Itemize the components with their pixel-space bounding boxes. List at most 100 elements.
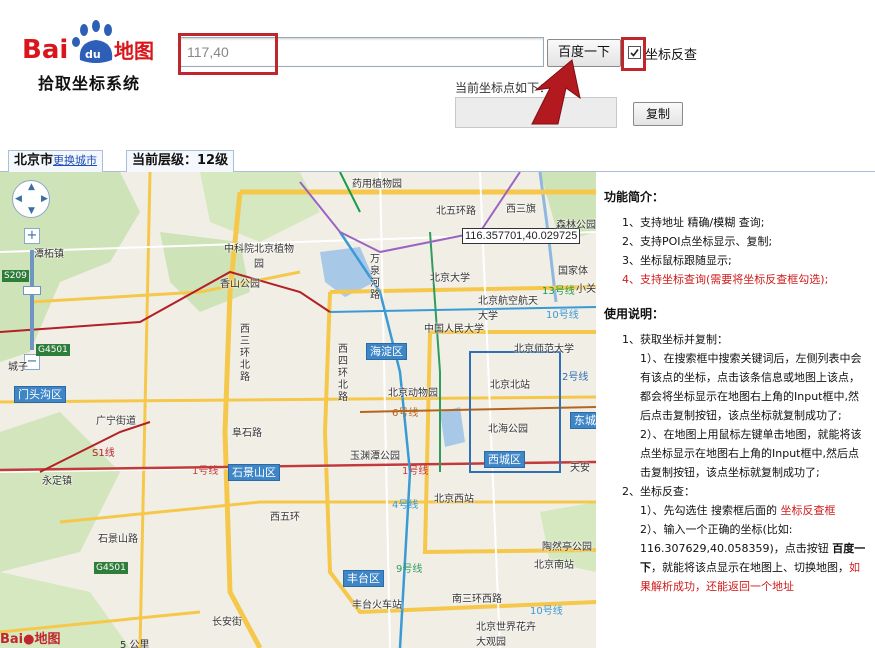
poi-label[interactable]: 北京北站 xyxy=(490,376,530,391)
poi-label[interactable]: 北京南站 xyxy=(534,556,574,571)
subway-line-label: S1线 xyxy=(92,448,115,459)
subway-line-label: 6号线 xyxy=(392,408,419,419)
baidu-map-logo[interactable]: Bai du 地图 拾取坐标系统 xyxy=(22,20,172,94)
subway-line-label: 2号线 xyxy=(562,372,589,383)
road-label: 南三环西路 xyxy=(452,594,502,605)
baidu-search-button[interactable]: 百度一下 xyxy=(547,39,621,67)
place-label: 广宁街道 xyxy=(96,416,136,427)
svg-text:du: du xyxy=(85,48,101,61)
poi-label[interactable]: 药用植物园 xyxy=(352,175,402,190)
search-input[interactable] xyxy=(179,38,543,66)
subway-line-label: 4号线 xyxy=(392,500,419,511)
map-pan-control[interactable]: ▲ ▼ ◀ ▶ xyxy=(12,180,50,218)
tab-zoom-level: 当前层级：12级 xyxy=(126,150,235,172)
road-badge: G4501 xyxy=(36,344,70,356)
pan-up-icon[interactable]: ▲ xyxy=(28,183,35,192)
intro-title: 功能简介： xyxy=(604,190,665,204)
tab-city[interactable]: 北京市更换城市 xyxy=(8,150,104,172)
intro-item: 4、支持坐标查询(需要将坐标反查框勾选); xyxy=(622,273,829,286)
svg-text:Bai: Bai xyxy=(22,35,68,65)
pan-right-icon[interactable]: ▶ xyxy=(41,195,48,204)
copy-button[interactable]: 复制 xyxy=(633,102,683,126)
map-scale: 5 公里 xyxy=(120,640,150,648)
district-label[interactable]: 西城区 xyxy=(484,451,525,468)
usage-text: 2）、输入一个正确的坐标(比如: 116.307629,40.058359)，点… xyxy=(640,523,833,555)
road-label: 西四环北路 xyxy=(338,344,348,403)
poi-label[interactable]: 丰台火车站 xyxy=(352,596,402,611)
logo-subtitle: 拾取坐标系统 xyxy=(38,74,141,93)
usage-substep: 1）、先勾选住 搜索框后面的 坐标反查框 xyxy=(640,501,875,520)
district-label[interactable]: 门头沟区 xyxy=(14,386,66,403)
road-label: 西三环北路 xyxy=(240,324,250,383)
road-label: 石景山路 xyxy=(98,534,138,545)
app-root: Bai du 地图 拾取坐标系统 百度一下 坐标反查 当前坐标点如下： 复制 北… xyxy=(0,0,875,648)
search-field[interactable] xyxy=(178,37,544,67)
usage-substep: 1）、在搜索框中搜索关键词后，左侧列表中会有该点的坐标，点击该条信息或地图上该点… xyxy=(640,352,862,422)
poi-label[interactable]: 陶然亭公园 xyxy=(542,538,592,553)
poi-label[interactable]: 中国人民大学 xyxy=(424,320,484,335)
district-label[interactable]: 石景山区 xyxy=(228,464,280,481)
usage-highlight: 坐标反查框 xyxy=(780,504,836,517)
zoom-slider-track[interactable] xyxy=(30,250,34,350)
place-label: 潭柘镇 xyxy=(34,249,64,260)
place-label: 城子 xyxy=(8,362,28,373)
poi-label[interactable]: 北京世界花卉大观园 xyxy=(476,618,538,648)
usage-title: 使用说明： xyxy=(604,307,665,321)
pan-down-icon[interactable]: ▼ xyxy=(28,207,35,216)
subway-line-label: 1号线 xyxy=(402,466,429,477)
poi-label[interactable]: 中科院北京植物园 xyxy=(224,240,294,270)
road-badge: G4501 xyxy=(94,562,128,574)
subway-line-label: 1号线 xyxy=(192,466,219,477)
poi-label[interactable]: 北京大学 xyxy=(430,269,470,284)
poi-label[interactable]: 香山公园 xyxy=(220,275,260,290)
usage-step: 1、获取坐标并复制： xyxy=(622,333,728,346)
poi-label[interactable]: 玉渊潭公园 xyxy=(350,447,400,462)
poi-label[interactable]: 北京动物园 xyxy=(388,384,438,399)
poi-label[interactable]: 北京航空航天大学 xyxy=(478,292,540,322)
poi-label[interactable]: 天安 xyxy=(570,459,590,474)
poi-label[interactable]: 北海公园 xyxy=(488,420,528,435)
subway-line-label: 10号线 xyxy=(530,606,563,617)
district-label[interactable]: 丰台区 xyxy=(343,570,384,587)
subway-line-label: 13号线 xyxy=(542,286,575,297)
reverse-lookup-label: 坐标反查 xyxy=(645,48,698,63)
place-label: 永定镇 xyxy=(42,476,72,487)
road-label: 长安街 xyxy=(212,617,242,628)
reverse-lookup-checkbox[interactable] xyxy=(628,46,641,59)
road-label: 阜石路 xyxy=(232,428,262,439)
zoom-slider-handle[interactable] xyxy=(23,286,41,295)
usage-text: 1）、先勾选住 搜索框后面的 xyxy=(640,504,781,517)
usage-text: ，就能将该点显示在地图上、切换地图， xyxy=(651,561,849,574)
intro-item: 2、支持POI点坐标显示、复制; xyxy=(622,235,773,248)
road-label: 北五环路 xyxy=(436,206,476,217)
district-label[interactable]: 海淀区 xyxy=(366,343,407,360)
usage-substep: 2）、在地图上用鼠标左键单击地图，就能将该点坐标显示在地图右上角的Input框中… xyxy=(640,428,862,479)
place-label: 小关 xyxy=(576,284,596,295)
zoom-in-button[interactable]: + xyxy=(24,228,40,244)
change-city-link[interactable]: 更换城市 xyxy=(53,154,97,167)
city-level-tabbar: 北京市更换城市 当前层级：12级 xyxy=(0,146,875,172)
subway-line-label: 10号线 xyxy=(546,310,579,321)
pan-left-icon[interactable]: ◀ xyxy=(15,195,22,204)
city-name: 北京市 xyxy=(14,153,54,168)
poi-label[interactable]: 北京师范大学 xyxy=(514,340,574,355)
poi-label[interactable]: 国家体 xyxy=(558,262,588,277)
poi-label[interactable]: 北京西站 xyxy=(434,490,474,505)
place-label: 西三旗 xyxy=(506,204,536,215)
usage-step: 2、坐标反查： xyxy=(622,485,695,498)
poi-label[interactable]: 森林公园 xyxy=(556,216,596,231)
intro-item: 1、支持地址 精确/模糊 查询; xyxy=(622,216,765,229)
map-canvas[interactable]: ▲ ▼ ◀ ▶ + − 116.357701,40.029725 海淀区 门头沟… xyxy=(0,172,596,648)
road-label: 万泉河路 xyxy=(370,254,380,301)
usage-substep: 2）、输入一个正确的坐标(比如: 116.307629,40.058359)，点… xyxy=(640,520,875,596)
baidu-paw-logo-icon: Bai du 地图 xyxy=(22,20,154,65)
intro-item: 3、坐标鼠标跟随显示; xyxy=(622,254,732,267)
svg-text:地图: 地图 xyxy=(114,39,154,63)
map-baidu-logo: Bai●地图 xyxy=(0,632,61,647)
help-sidebar: 功能简介： 1、支持地址 精确/模糊 查询; 2、支持POI点坐标显示、复制; … xyxy=(598,172,875,648)
road-label: 西五环 xyxy=(270,512,300,523)
current-coord-output[interactable] xyxy=(455,97,617,128)
district-label[interactable]: 东城 xyxy=(570,412,596,429)
current-coord-label: 当前坐标点如下： xyxy=(455,81,552,95)
road-badge: S209 xyxy=(2,270,29,282)
